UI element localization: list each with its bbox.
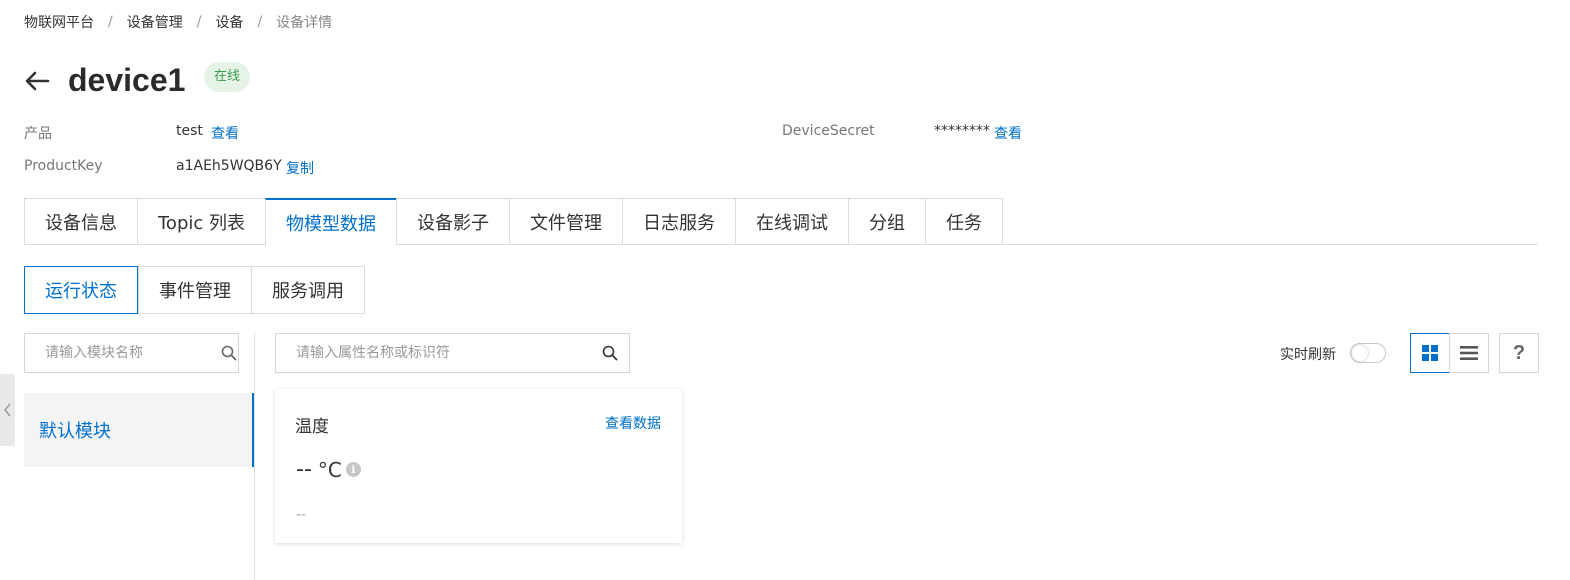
breadcrumb-separator: /	[108, 14, 113, 30]
help-icon: ?	[1512, 341, 1526, 364]
tab-online-debug[interactable]: 在线调试	[735, 198, 848, 245]
tab-thing-model-data[interactable]: 物模型数据	[265, 198, 396, 246]
toggle-knob	[1352, 345, 1368, 361]
subtab-service-call[interactable]: 服务调用	[251, 266, 365, 314]
main-tabs: 设备信息 Topic 列表 物模型数据 设备影子 文件管理 日志服务 在线调试 …	[24, 198, 1003, 246]
property-name: 温度	[295, 417, 329, 437]
module-search-input[interactable]	[45, 345, 219, 361]
sidebar-collapse-handle[interactable]	[0, 374, 15, 446]
property-search-input[interactable]	[296, 345, 591, 361]
subtab-running-status[interactable]: 运行状态	[24, 266, 138, 314]
back-arrow-icon[interactable]	[22, 66, 52, 96]
breadcrumb: 物联网平台 / 设备管理 / 设备 / 设备详情	[24, 12, 332, 32]
grid-view-button[interactable]	[1410, 333, 1450, 373]
view-data-link[interactable]: 查看数据	[605, 413, 661, 433]
breadcrumb-item-current: 设备详情	[276, 15, 333, 31]
breadcrumb-item-device[interactable]: 设备	[215, 12, 243, 32]
productkey-copy-link[interactable]: 复制	[286, 158, 314, 178]
tab-log-service[interactable]: 日志服务	[622, 198, 735, 245]
tab-file-management[interactable]: 文件管理	[509, 198, 622, 245]
productkey-value: a1AEh5WQB6Y	[176, 158, 282, 174]
devicesecret-value: ********	[934, 123, 990, 139]
realtime-refresh-toggle[interactable]	[1350, 343, 1386, 363]
module-item-default[interactable]: 默认模块	[24, 393, 254, 467]
tab-device-info[interactable]: 设备信息	[24, 198, 137, 245]
property-value-text: --	[296, 457, 312, 482]
tab-group[interactable]: 分组	[848, 198, 925, 245]
breadcrumb-item-iot-platform[interactable]: 物联网平台	[24, 12, 94, 32]
subtab-event-management[interactable]: 事件管理	[138, 266, 251, 314]
property-update-time: --	[296, 507, 307, 523]
product-view-link[interactable]: 查看	[211, 123, 239, 143]
property-card-temperature: 温度 查看数据 -- °C i --	[275, 389, 682, 543]
property-unit: °C	[317, 457, 342, 482]
breadcrumb-item-device-management[interactable]: 设备管理	[127, 12, 183, 32]
search-icon[interactable]	[591, 334, 629, 372]
info-icon[interactable]: i	[345, 462, 361, 477]
grid-icon	[1422, 345, 1438, 361]
list-view-button[interactable]	[1449, 333, 1489, 373]
list-icon	[1460, 346, 1478, 360]
product-label: 产品	[24, 126, 52, 142]
property-search	[275, 333, 630, 373]
devicesecret-view-link[interactable]: 查看	[994, 123, 1022, 143]
tab-task[interactable]: 任务	[925, 198, 1003, 245]
device-name: device1	[68, 62, 186, 98]
help-button[interactable]: ?	[1499, 333, 1539, 373]
breadcrumb-separator: /	[257, 14, 263, 30]
productkey-label: ProductKey	[24, 158, 103, 174]
property-value: -- °C i	[296, 457, 361, 482]
module-search	[24, 333, 239, 373]
search-icon[interactable]	[219, 334, 238, 372]
tab-device-shadow[interactable]: 设备影子	[396, 198, 509, 245]
panel-divider	[254, 333, 255, 580]
devicesecret-label: DeviceSecret	[782, 123, 875, 139]
chevron-left-icon	[3, 403, 11, 417]
realtime-refresh-label: 实时刷新	[1280, 347, 1336, 363]
product-value: test	[176, 123, 203, 139]
status-badge: 在线	[204, 62, 251, 92]
tab-topic-list[interactable]: Topic 列表	[137, 198, 265, 245]
breadcrumb-separator: /	[196, 14, 202, 30]
sub-tabs: 运行状态 事件管理 服务调用	[24, 266, 365, 314]
